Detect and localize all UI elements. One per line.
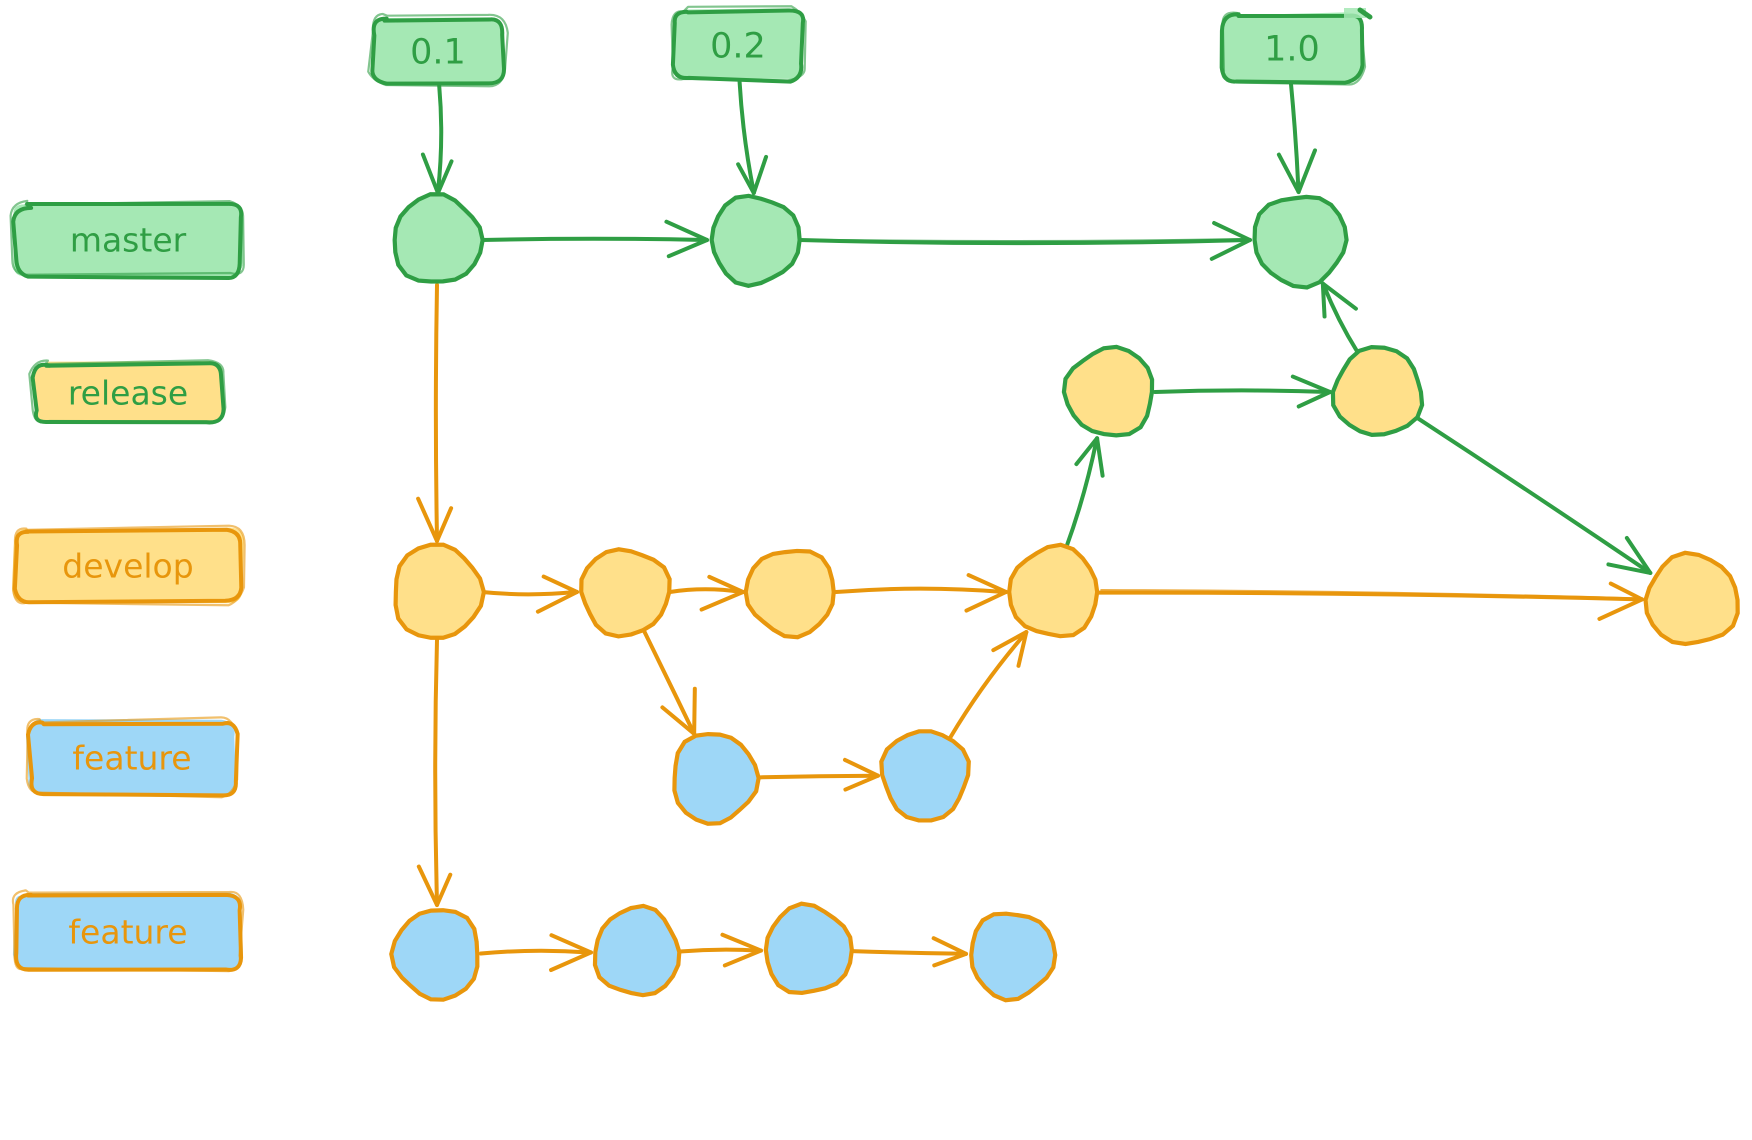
edge-tag-1-0-to-m3 bbox=[1276, 82, 1317, 194]
commit-node[interactable] bbox=[1007, 542, 1100, 639]
lane-label-feature-2-text: feature bbox=[68, 913, 187, 952]
commit-node[interactable] bbox=[709, 193, 802, 289]
edge-d4-to-r1 bbox=[1064, 436, 1105, 550]
edge-d2-to-d3 bbox=[668, 574, 745, 612]
lane-label-feature-1[interactable]: feature bbox=[25, 716, 240, 799]
edge-f2c-to-f2d bbox=[849, 936, 969, 968]
edge-f1a-to-f1b bbox=[755, 757, 880, 792]
commit-node[interactable] bbox=[579, 547, 672, 639]
commit-node[interactable] bbox=[1643, 550, 1740, 647]
tag-corner-artifact bbox=[1344, 7, 1373, 20]
edges-layer bbox=[416, 80, 1653, 973]
commit-node[interactable] bbox=[743, 548, 836, 640]
edge-m1-to-m2 bbox=[480, 219, 709, 259]
commit-node[interactable] bbox=[1330, 345, 1425, 437]
edge-d2-to-f1a bbox=[642, 629, 697, 736]
commit-node[interactable] bbox=[969, 911, 1058, 1003]
edge-f2b-to-f2c bbox=[678, 932, 763, 968]
commit-node[interactable] bbox=[393, 542, 487, 640]
commit-node[interactable] bbox=[592, 903, 682, 998]
tag-1-0-text: 1.0 bbox=[1264, 29, 1320, 69]
edge-r2-to-d5 bbox=[1413, 414, 1653, 575]
edge-r2-to-m3 bbox=[1320, 281, 1360, 354]
edge-d1-to-d2 bbox=[480, 574, 579, 614]
lane-label-master-text: master bbox=[70, 221, 187, 260]
lane-label-feature-2[interactable]: feature bbox=[11, 889, 245, 973]
edge-f1b-to-d4 bbox=[948, 630, 1029, 740]
tag-0-2[interactable]: 0.2 bbox=[670, 5, 807, 84]
tag-0-1[interactable]: 0.1 bbox=[367, 12, 509, 88]
edge-m2-to-m3 bbox=[798, 221, 1252, 261]
tag-0-2-text: 0.2 bbox=[710, 26, 766, 66]
edge-r1-to-r2 bbox=[1153, 374, 1332, 409]
diagram-canvas: master release develop feature feature 0.1 0.2… bbox=[0, 0, 1752, 1140]
label-boxes-layer: master release develop feature feature 0.1 0.2… bbox=[9, 5, 1373, 973]
edge-tag-0-2-to-m2 bbox=[736, 80, 769, 195]
lane-label-release[interactable]: release bbox=[28, 359, 227, 425]
lane-label-develop-text: develop bbox=[62, 547, 193, 586]
git-branching-diagram: master release develop feature feature 0.1 0.2… bbox=[9, 5, 1740, 1003]
commit-node[interactable] bbox=[1252, 194, 1349, 290]
lane-label-master[interactable]: master bbox=[9, 199, 245, 281]
lane-label-release-text: release bbox=[68, 374, 188, 413]
commit-node[interactable] bbox=[672, 731, 761, 826]
tag-0-1-text: 0.1 bbox=[410, 32, 466, 72]
edge-f2a-to-f2b bbox=[479, 933, 593, 973]
commit-node[interactable] bbox=[389, 908, 480, 1002]
edge-d4-to-d5 bbox=[1097, 581, 1644, 621]
edge-m1-to-d1 bbox=[416, 283, 454, 543]
commit-node[interactable] bbox=[392, 192, 485, 284]
commit-node[interactable] bbox=[763, 901, 854, 996]
lane-label-feature-1-text: feature bbox=[72, 739, 191, 778]
commit-node[interactable] bbox=[1061, 344, 1155, 438]
commit-node[interactable] bbox=[879, 729, 971, 823]
edge-tag-0-1-to-m1 bbox=[420, 84, 454, 195]
tag-1-0[interactable]: 1.0 bbox=[1219, 11, 1367, 86]
lane-label-develop[interactable]: develop bbox=[12, 524, 246, 607]
edge-d3-to-d4 bbox=[834, 573, 1008, 613]
edge-d1-to-f2a bbox=[416, 638, 453, 907]
